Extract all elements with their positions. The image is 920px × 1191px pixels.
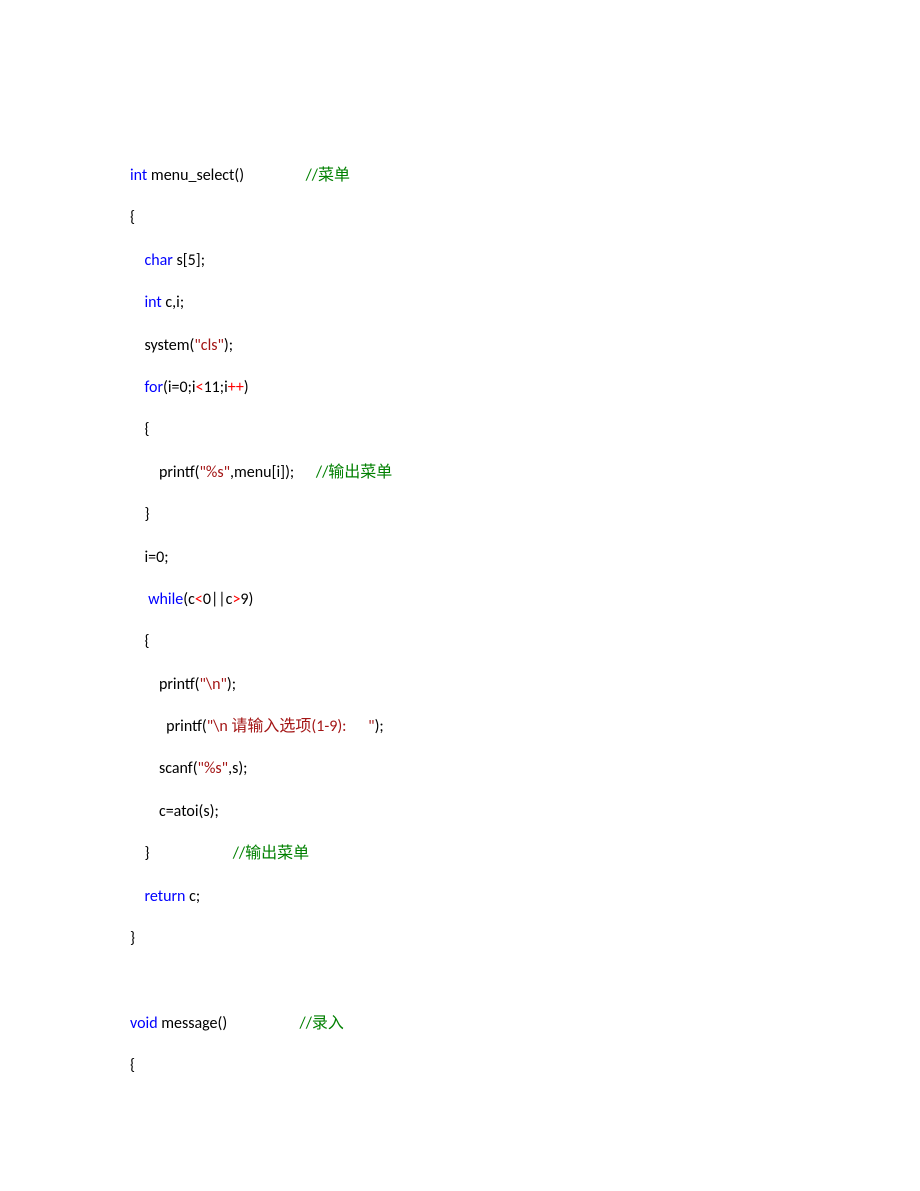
keyword-int: int (144, 293, 161, 312)
line-3: char s[5]; (130, 251, 205, 270)
assign-atoi: c=atoi(s); (130, 802, 219, 821)
line-6: for(i=0;i<11;i++) (130, 378, 249, 397)
line-1: int menu_select() //菜单 (130, 166, 350, 185)
keyword-return: return (144, 887, 185, 906)
scanf-b: ,s); (228, 759, 247, 778)
decl: s[5]; (173, 251, 205, 270)
string: "cls" (194, 336, 224, 355)
func-name: menu_select() (147, 166, 305, 185)
line-11: while(c<0||c>9) (130, 590, 253, 609)
line-4: int c,i; (130, 293, 184, 312)
printf-b: ,menu[i]); (230, 463, 316, 482)
printf-a: printf( (130, 675, 200, 694)
op-lt: < (195, 590, 203, 609)
line-8: printf("%s",menu[i]); //输出菜单 (130, 463, 392, 482)
for-c: ) (244, 378, 249, 397)
brace-open: { (130, 208, 135, 227)
keyword-char: char (144, 251, 172, 270)
line-14: printf("\n 请输入选项(1-9): "); (130, 717, 384, 736)
line-15: scanf("%s",s); (130, 759, 247, 778)
brace-open-fn2: { (130, 1056, 135, 1075)
line-17: } //输出菜单 (130, 844, 309, 863)
scanf-a: scanf( (130, 759, 198, 778)
string: "%s" (198, 759, 229, 778)
keyword-while: while (144, 590, 183, 609)
brace-close: } (130, 844, 233, 863)
brace-close-inner: } (130, 505, 150, 524)
line-5: system("cls"); (130, 336, 233, 355)
printf-b: ); (375, 717, 384, 736)
brace-open-inner: { (130, 420, 150, 439)
decl: c,i; (162, 293, 184, 312)
code-block: int menu_select() //菜单 { char s[5]; int … (0, 0, 920, 1088)
op-plusplus: ++ (228, 378, 244, 397)
return-var: c; (185, 887, 200, 906)
func-name: message() (158, 1014, 300, 1033)
brace-close-fn: } (130, 929, 135, 948)
printf-a: printf( (130, 717, 207, 736)
wh-c: 9) (240, 590, 253, 609)
string: "%s" (200, 463, 231, 482)
op-lt: < (196, 378, 204, 397)
for-b: 11;i (204, 378, 228, 397)
end: ); (224, 336, 233, 355)
string: "\n 请输入选项(1-9): " (207, 717, 375, 736)
line-13: printf("\n"); (130, 675, 236, 694)
wh-b: 0||c (203, 590, 233, 609)
keyword-void: void (130, 1014, 158, 1033)
wh-a: (c (183, 590, 195, 609)
keyword-int: int (130, 166, 147, 185)
comment: //输出菜单 (316, 463, 392, 482)
call: system( (130, 336, 194, 355)
line-18: return c; (130, 887, 200, 906)
for-a: (i=0;i (163, 378, 196, 397)
string: "\n" (200, 675, 227, 694)
comment: //录入 (300, 1014, 344, 1033)
printf-b: ); (227, 675, 236, 694)
comment: //输出菜单 (233, 844, 309, 863)
keyword-for: for (144, 378, 163, 397)
printf-a: printf( (130, 463, 200, 482)
brace-open-inner2: { (130, 632, 150, 651)
comment: //菜单 (306, 166, 350, 185)
line-20: void message() //录入 (130, 1014, 344, 1033)
assign: i=0; (130, 548, 169, 567)
